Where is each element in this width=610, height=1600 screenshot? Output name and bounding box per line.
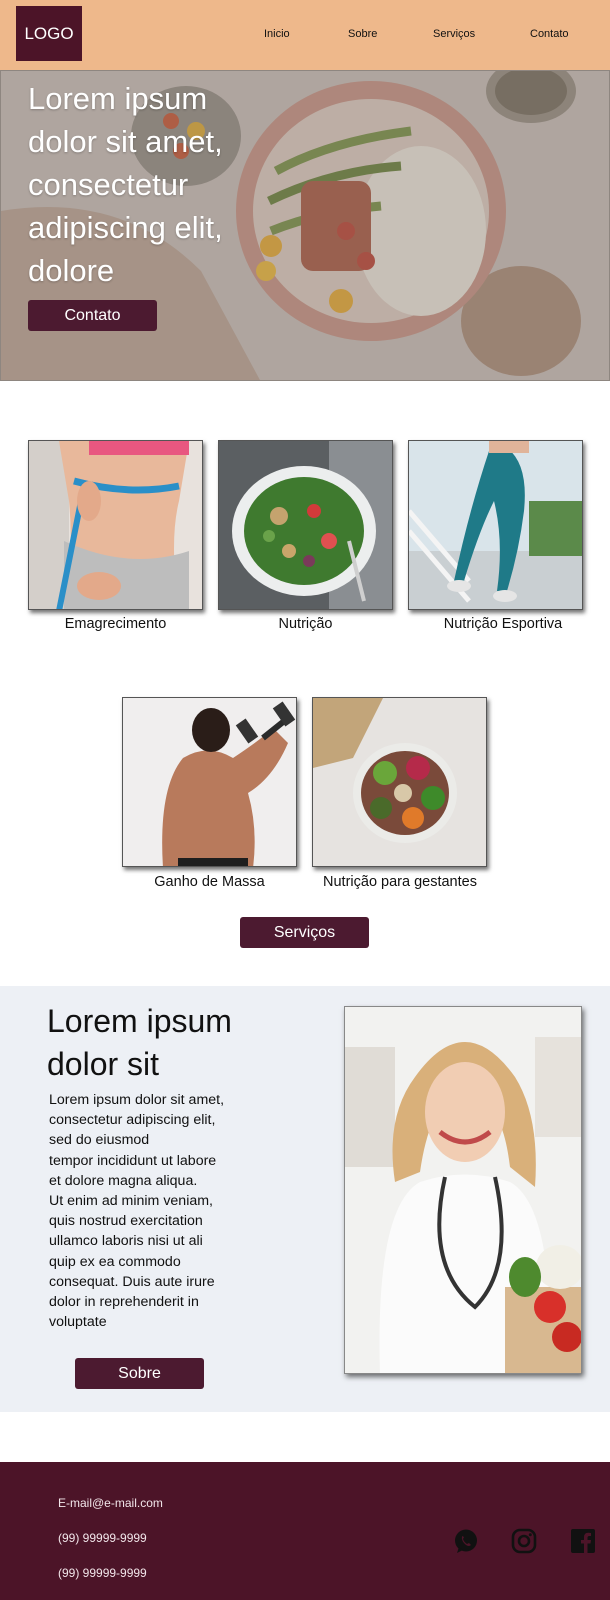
service-image-nutricao[interactable] bbox=[218, 440, 393, 610]
about-section: Lorem ipsum dolor sit Lorem ipsum dolor … bbox=[0, 986, 610, 1412]
instagram-icon[interactable] bbox=[511, 1528, 537, 1554]
service-image-nutricao-esportiva[interactable] bbox=[408, 440, 583, 610]
contato-button[interactable]: Contato bbox=[28, 300, 157, 331]
sobre-button[interactable]: Sobre bbox=[75, 1358, 204, 1389]
service-label-ganho-de-massa: Ganho de Massa bbox=[154, 874, 265, 890]
nav-item-servicos[interactable]: Serviços bbox=[433, 28, 475, 40]
service-image-nutricao-gestantes[interactable] bbox=[312, 697, 487, 867]
service-label-emagrecimento: Emagrecimento bbox=[64, 616, 167, 632]
footer-phone-1: (99) 99999-9999 bbox=[58, 1531, 147, 1545]
service-image-emagrecimento[interactable] bbox=[28, 440, 203, 610]
about-title: Lorem ipsum dolor sit bbox=[47, 1003, 232, 1082]
footer: E-mail@e-mail.com (99) 99999-9999 (99) 9… bbox=[0, 1462, 610, 1600]
footer-phone-2: (99) 99999-9999 bbox=[58, 1566, 147, 1580]
nav-item-inicio[interactable]: Inicio bbox=[264, 28, 290, 40]
about-text: Lorem ipsum dolor sit amet, consectetur … bbox=[49, 1092, 225, 1331]
hero-banner: Lorem ipsum dolor sit amet, consectetur … bbox=[0, 70, 610, 381]
service-label-nutricao-gestantes: Nutrição para gestantes bbox=[323, 874, 477, 890]
service-label-nutricao: Nutrição bbox=[278, 616, 333, 632]
logo[interactable]: LOGO bbox=[16, 6, 82, 61]
facebook-icon[interactable] bbox=[570, 1528, 596, 1554]
service-label-nutricao-esportiva: Nutrição Esportiva bbox=[443, 616, 563, 632]
footer-email[interactable]: E-mail@e-mail.com bbox=[58, 1496, 163, 1510]
servicos-button[interactable]: Serviços bbox=[240, 917, 369, 948]
nutritionist-photo bbox=[344, 1006, 582, 1374]
service-image-ganho-de-massa[interactable] bbox=[122, 697, 297, 867]
nav-item-contato[interactable]: Contato bbox=[530, 28, 569, 40]
header: LOGO Inicio Sobre Serviços Contato bbox=[0, 0, 610, 70]
nav-item-sobre[interactable]: Sobre bbox=[348, 28, 377, 40]
hero-title: Lorem ipsum dolor sit amet, consectetur … bbox=[28, 81, 223, 288]
whatsapp-icon[interactable] bbox=[453, 1528, 479, 1554]
